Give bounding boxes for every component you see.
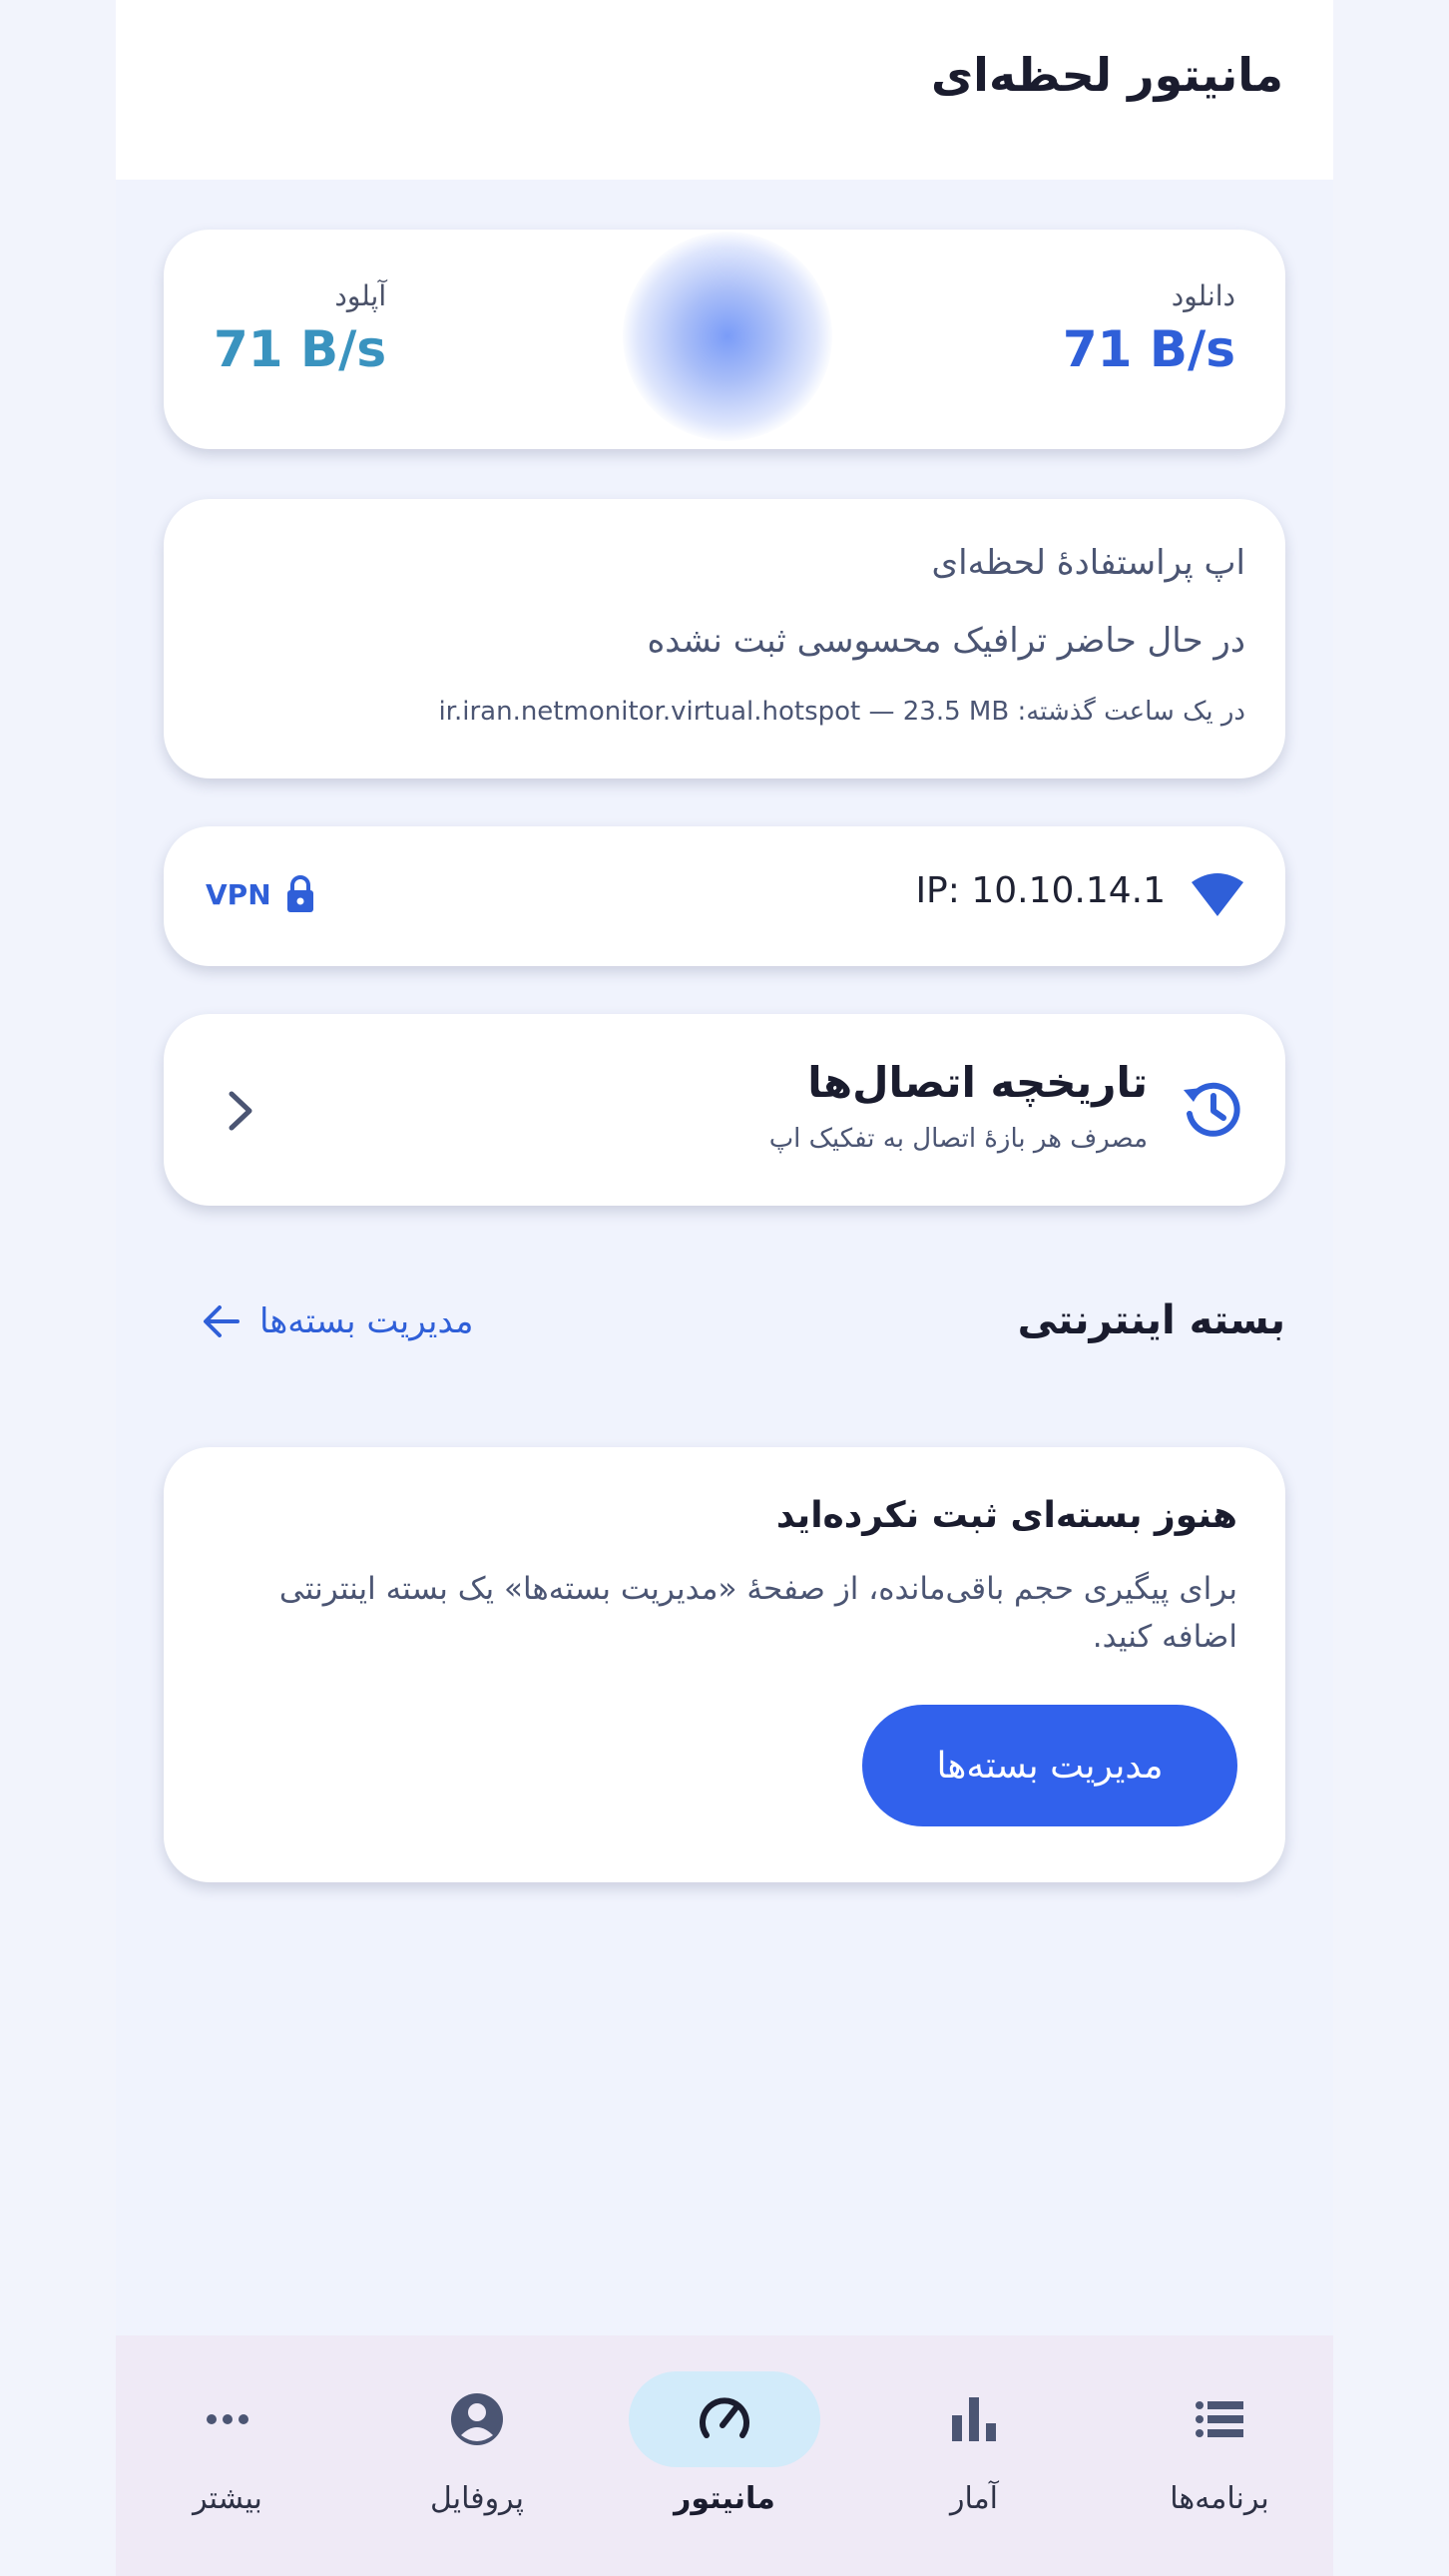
nav-item-stats[interactable]: آمار [874, 2371, 1074, 2516]
nav-label-apps: برنامه‌ها [1170, 2481, 1269, 2516]
app-screen: مانیتور لحظه‌ای دانلود 71 B/s آپلود 71 B… [116, 0, 1333, 2576]
empty-packages-description: برای پیگیری حجم باقی‌مانده، از صفحهٔ «مد… [278, 1571, 1237, 1655]
last-hour-usage: در یک ساعت گذشته: ir.iran.netmonitor.vir… [438, 697, 1245, 727]
download-speed: دانلود 71 B/s [1063, 279, 1235, 378]
connection-history-card[interactable]: تاریخچه اتصال‌ها مصرف هر بازهٔ اتصال به … [164, 1014, 1285, 1206]
empty-packages-title: هنوز بسته‌ای ثبت نکرده‌اید [775, 1495, 1237, 1536]
manage-packages-link-label: مدیریت بسته‌ها [259, 1301, 474, 1341]
bar-chart-icon [952, 2397, 996, 2441]
upload-value: 71 B/s [214, 320, 387, 378]
upload-speed: آپلود 71 B/s [214, 279, 386, 378]
chevron-right-icon [229, 1091, 252, 1131]
top-app-card: اپ پراستفادهٔ لحظه‌ای در حال حاضر ترافیک… [164, 499, 1285, 778]
app-bar: مانیتور لحظه‌ای [116, 0, 1333, 180]
ip-address: IP: 10.10.14.1 [915, 870, 1166, 911]
vpn-status: VPN [206, 874, 315, 914]
manage-packages-button[interactable]: مدیریت بسته‌ها [862, 1705, 1237, 1826]
empty-packages-card: هنوز بسته‌ای ثبت نکرده‌اید برای پیگیری ح… [164, 1447, 1285, 1882]
manage-packages-link[interactable]: مدیریت بسته‌ها [202, 1301, 474, 1341]
arrow-left-icon [204, 1305, 240, 1337]
top-app-title: اپ پراستفادهٔ لحظه‌ای [931, 543, 1245, 583]
nav-item-apps[interactable]: برنامه‌ها [1120, 2371, 1319, 2516]
nav-item-monitor[interactable]: مانیتور [625, 2371, 824, 2516]
activity-pulse-indicator [623, 232, 832, 441]
download-label: دانلود [1171, 279, 1235, 312]
top-app-status: در حال حاضر ترافیک محسوسی ثبت نشده [647, 621, 1245, 661]
speed-card: دانلود 71 B/s آپلود 71 B/s [164, 230, 1285, 449]
page-title: مانیتور لحظه‌ای [931, 48, 1283, 102]
list-icon [1196, 2401, 1243, 2437]
history-icon [1184, 1082, 1240, 1137]
lock-icon [286, 875, 313, 912]
nav-label-stats: آمار [949, 2481, 999, 2516]
network-card: IP: 10.10.14.1 VPN [164, 826, 1285, 966]
download-value: 71 B/s [1062, 320, 1235, 378]
nav-active-indicator [629, 2371, 820, 2467]
packages-section-title: بسته اینترنتی [1017, 1297, 1285, 1343]
nav-label-monitor: مانیتور [674, 2481, 775, 2516]
history-title: تاریخچه اتصال‌ها [807, 1058, 1148, 1107]
nav-label-profile: پروفایل [430, 2481, 524, 2516]
upload-label: آپلود [334, 279, 387, 312]
nav-label-more: بیشتر [193, 2481, 262, 2516]
wifi-icon [1192, 873, 1243, 916]
vpn-label: VPN [206, 877, 271, 911]
speedometer-icon [700, 2397, 749, 2438]
more-icon [207, 2414, 248, 2424]
profile-icon [451, 2393, 503, 2445]
nav-item-profile[interactable]: پروفایل [377, 2371, 577, 2516]
history-subtitle: مصرف هر بازهٔ اتصال به تفکیک اپ [768, 1124, 1148, 1154]
bottom-navigation: برنامه‌ها آمار مانیتور [116, 2335, 1333, 2576]
nav-item-more[interactable]: بیشتر [128, 2371, 327, 2516]
